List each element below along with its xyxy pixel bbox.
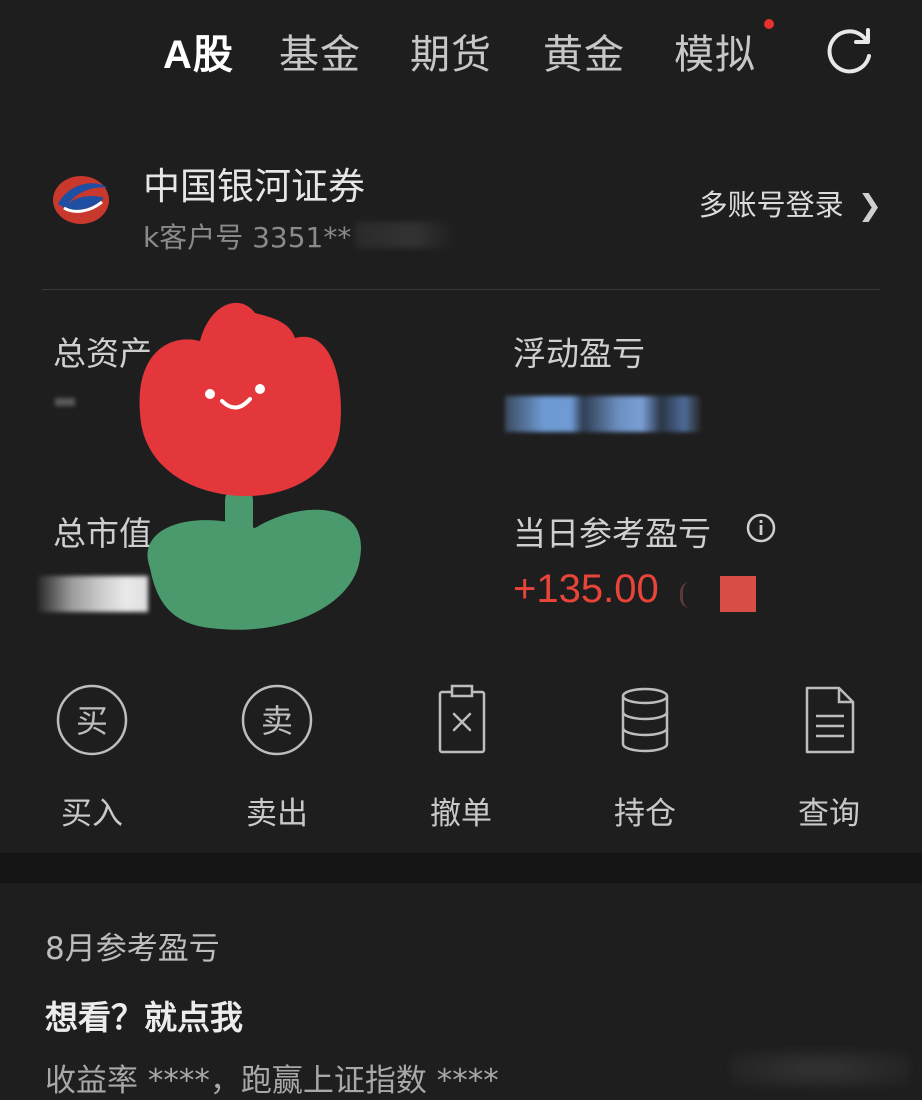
broker-name: 中国银河证券 [143, 165, 365, 208]
multi-login-label: 多账号登录 [698, 188, 844, 222]
daily-pnl-percent-redaction [680, 582, 693, 608]
daily-pnl-label: 当日参考盈亏 [513, 514, 711, 553]
section-separator [0, 853, 922, 883]
refresh-icon[interactable] [822, 22, 878, 78]
tab-a-shares[interactable]: A股 [163, 22, 234, 80]
buy-button[interactable]: 买 买入 [32, 680, 152, 833]
monthly-pnl-title: 8月参考盈亏 [45, 931, 220, 967]
account-number-redaction [355, 222, 455, 248]
daily-pnl-percent-redaction-block [720, 576, 756, 612]
notification-badge [764, 19, 774, 29]
query-button[interactable]: 查询 [769, 680, 889, 833]
chevron-right-icon: ❯ [857, 188, 882, 222]
account-number: k客户号 3351** [143, 221, 352, 254]
tab-funds[interactable]: 基金 [279, 22, 361, 80]
sell-button[interactable]: 卖 卖出 [217, 680, 337, 833]
holdings-button[interactable]: 持仓 [585, 680, 705, 833]
trade-actions: 买 买入 卖 卖出 撤单 持仓 查询 [0, 680, 922, 850]
query-document-icon [805, 686, 855, 754]
total-assets-redaction [55, 398, 75, 406]
monthly-pnl-cta[interactable]: 想看？就点我 [45, 991, 243, 1039]
cancel-order-icon [438, 684, 486, 754]
info-icon[interactable] [745, 512, 777, 544]
top-tab-bar: A股 基金 期货 黄金 模拟 [0, 0, 922, 100]
query-label: 查询 [798, 796, 860, 832]
watermark [730, 1050, 910, 1088]
cancel-order-label: 撤单 [430, 796, 492, 832]
monthly-pnl-subtitle: 收益率 ****，跑赢上证指数 **** [45, 1063, 499, 1099]
cancel-order-button[interactable]: 撤单 [401, 680, 521, 833]
broker-logo-icon [53, 176, 109, 224]
multi-account-login-link[interactable]: 多账号登录 ❯ [699, 182, 882, 224]
tab-futures[interactable]: 期货 [410, 22, 492, 80]
buy-label: 买入 [61, 796, 123, 832]
sell-icon: 卖 [241, 684, 313, 756]
tab-gold[interactable]: 黄金 [543, 22, 625, 80]
holdings-icon [621, 687, 669, 753]
buy-icon: 买 [56, 684, 128, 756]
floating-pnl-redaction [505, 396, 700, 432]
floating-pnl-label: 浮动盈亏 [513, 334, 645, 373]
sell-label: 卖出 [246, 796, 308, 832]
svg-text:卖: 卖 [261, 702, 293, 740]
tulip-sticker-icon [139, 302, 362, 630]
divider [42, 289, 880, 290]
tab-simulation[interactable]: 模拟 [674, 22, 756, 80]
holdings-label: 持仓 [614, 796, 676, 832]
svg-text:买: 买 [76, 702, 108, 740]
daily-pnl-value: +135.00 [513, 567, 659, 611]
account-header[interactable]: 中国银河证券 k客户号 3351** 多账号登录 ❯ [0, 140, 922, 290]
